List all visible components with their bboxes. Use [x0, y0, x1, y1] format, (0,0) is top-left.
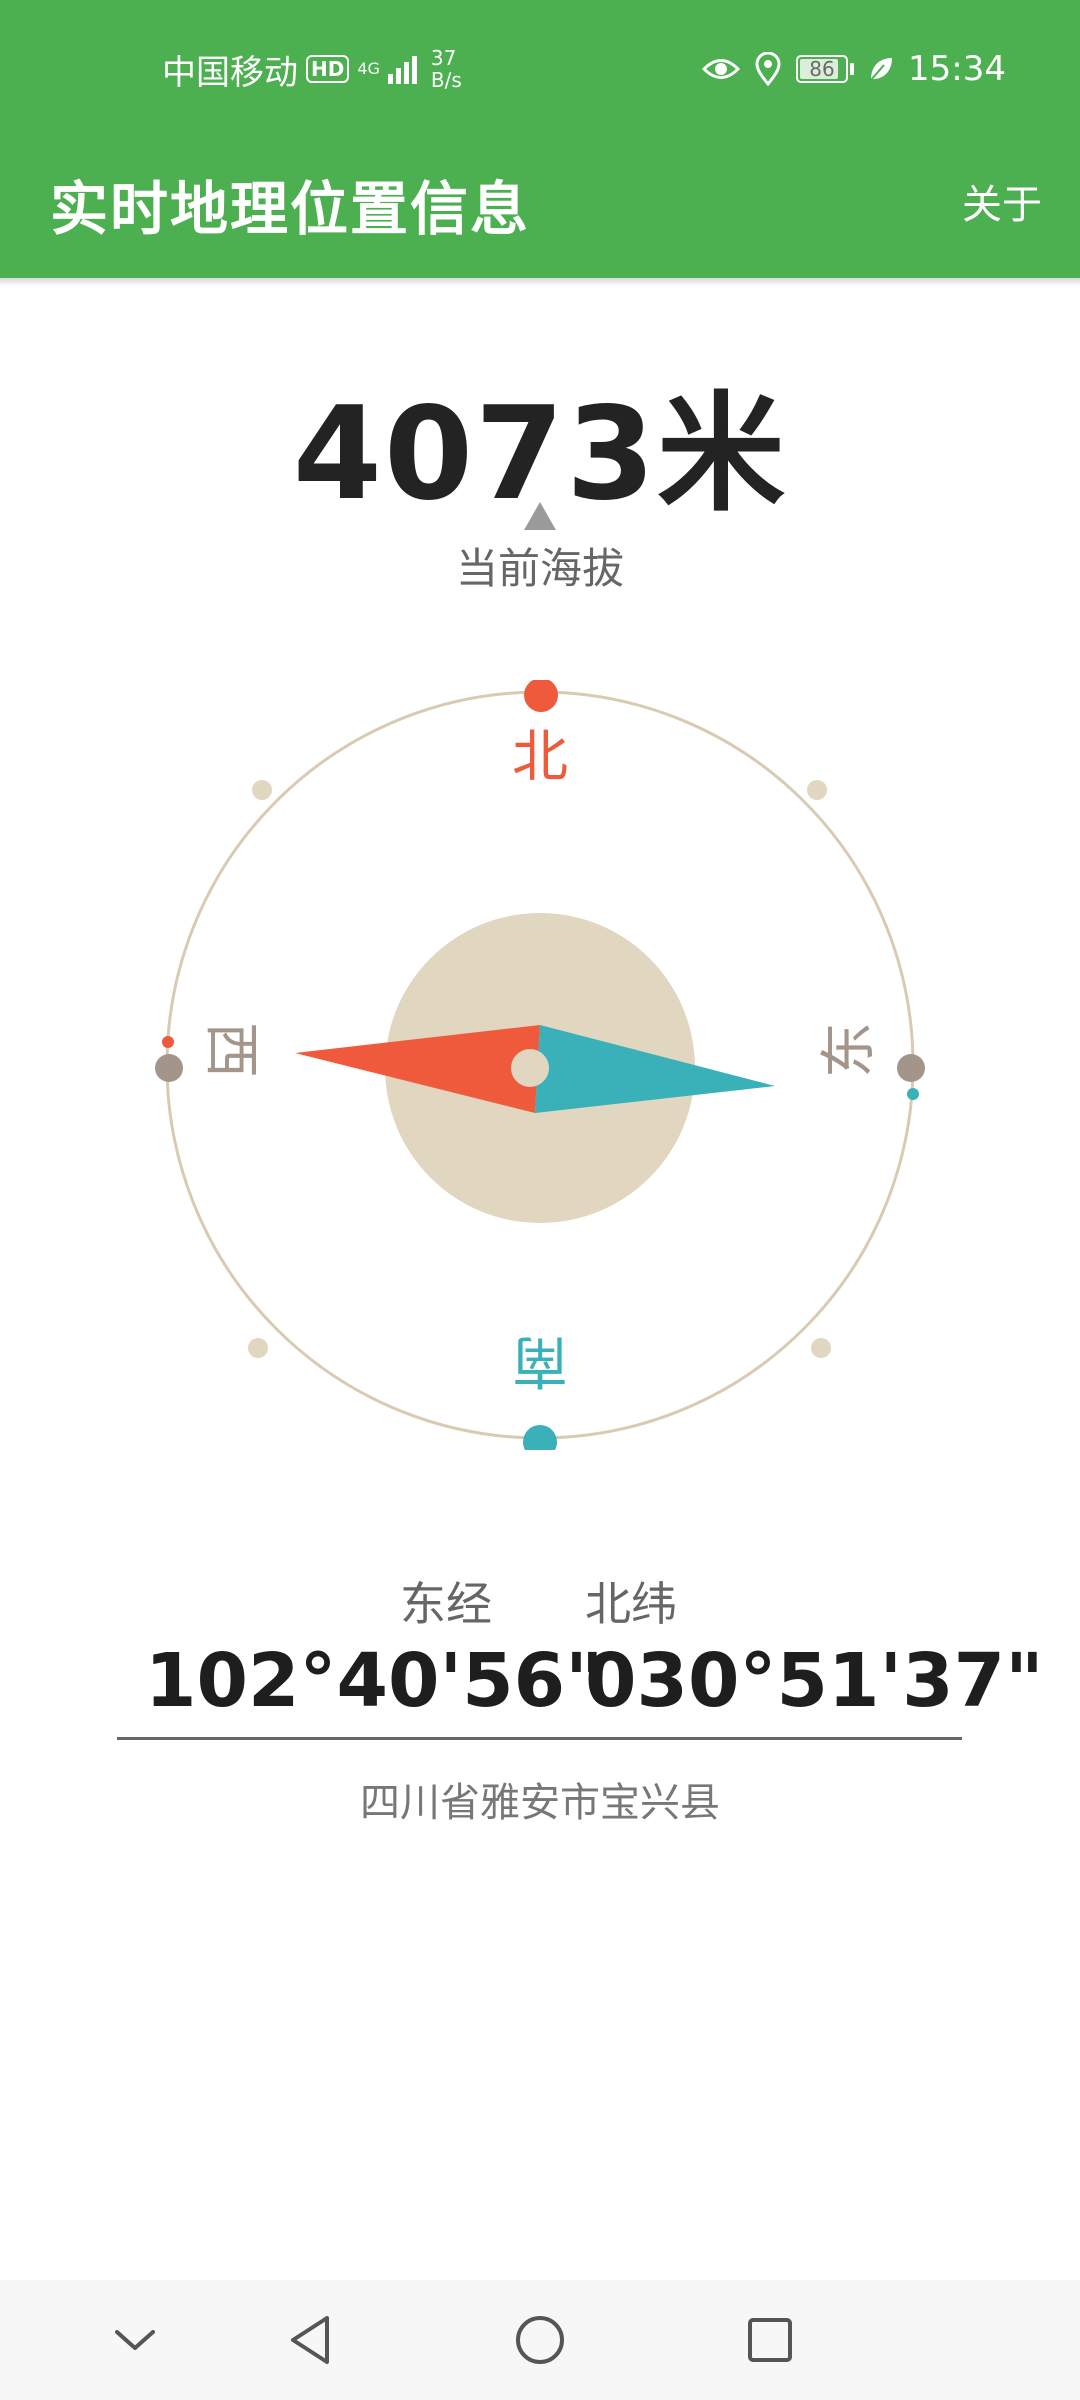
south-dot [523, 1425, 557, 1450]
status-bar: 中国移动 HD 4G 37 B/s 86 15:34 [0, 0, 1080, 138]
about-button[interactable]: 关于 [962, 172, 1042, 230]
location-icon [755, 52, 781, 86]
home-button[interactable] [480, 2280, 600, 2400]
altitude-label: 当前海拔 [455, 544, 624, 593]
app-bar: 实时地理位置信息 关于 [0, 138, 1080, 278]
network-speed: 37 B/s [431, 47, 462, 91]
direction-east: 东 [817, 1022, 882, 1078]
hd-icon: HD [306, 55, 350, 83]
speed-unit: B/s [430, 68, 462, 92]
back-button[interactable] [250, 2280, 370, 2400]
status-right: 86 15:34 [702, 42, 1006, 96]
recents-icon [748, 2318, 792, 2362]
app-header: 中国移动 HD 4G 37 B/s 86 15:34 实时地理位置信息 关于 [0, 0, 1080, 278]
direction-west: 西 [198, 1022, 263, 1078]
tick-dot-se [811, 1338, 831, 1358]
direction-north: 北 [512, 725, 568, 790]
battery-icon: 86 [796, 55, 855, 83]
tick-dot-sw [248, 1338, 268, 1358]
latitude-label: 北纬 [585, 1577, 677, 1631]
header-shadow [0, 278, 1080, 286]
battery-level: 86 [809, 57, 835, 81]
east-marker-dot [907, 1088, 919, 1100]
altitude-pointer-icon [524, 502, 556, 530]
tick-dot-nw [252, 780, 272, 800]
speed-value: 37 [430, 46, 457, 70]
eye-icon [702, 59, 741, 79]
status-left: 中国移动 HD 4G 37 B/s [162, 42, 462, 96]
coordinates-divider [117, 1737, 962, 1740]
chevron-down-icon [115, 2330, 155, 2350]
east-dot [897, 1054, 925, 1082]
compass: 北 南 西 东 [155, 680, 925, 1450]
direction-south: 南 [512, 1328, 568, 1393]
needle-pivot [511, 1049, 549, 1087]
latitude-value: 030°51'37" [585, 1638, 1044, 1724]
address-text: 四川省雅安市宝兴县 [360, 1780, 720, 1826]
chevron-down-button[interactable] [75, 2280, 195, 2400]
recents-button[interactable] [710, 2280, 830, 2400]
home-icon [516, 2316, 564, 2364]
network-type: 4G [357, 59, 380, 78]
tick-dot-ne [807, 780, 827, 800]
app-title: 实时地理位置信息 [50, 175, 531, 243]
leaf-icon [870, 58, 893, 81]
navigation-bar [0, 2280, 1080, 2400]
longitude-value: 102°40'56" [145, 1638, 604, 1724]
carrier-name: 中国移动 [162, 52, 298, 93]
longitude-label: 东经 [400, 1577, 492, 1631]
west-marker-dot [162, 1036, 174, 1048]
back-icon [291, 2316, 329, 2364]
signal-icon [387, 54, 417, 84]
west-dot [155, 1054, 183, 1082]
clock: 15:34 [908, 49, 1006, 89]
north-dot [524, 680, 558, 712]
